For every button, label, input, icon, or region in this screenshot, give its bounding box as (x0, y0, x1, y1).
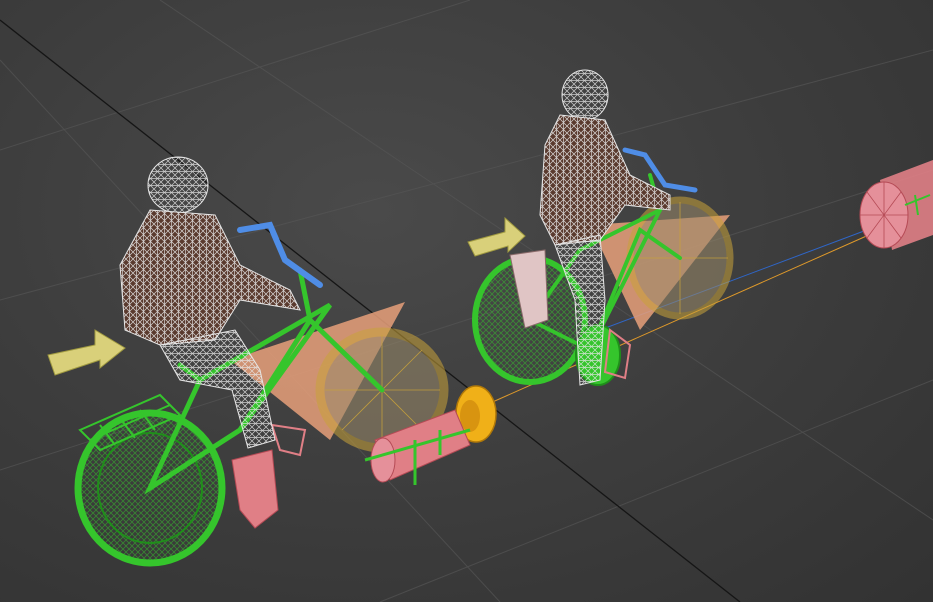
3d-viewport[interactable] (0, 0, 933, 602)
rider-1[interactable] (119, 156, 301, 449)
wheel-rig-helper[interactable] (859, 160, 933, 250)
viewport-scene (0, 0, 933, 602)
